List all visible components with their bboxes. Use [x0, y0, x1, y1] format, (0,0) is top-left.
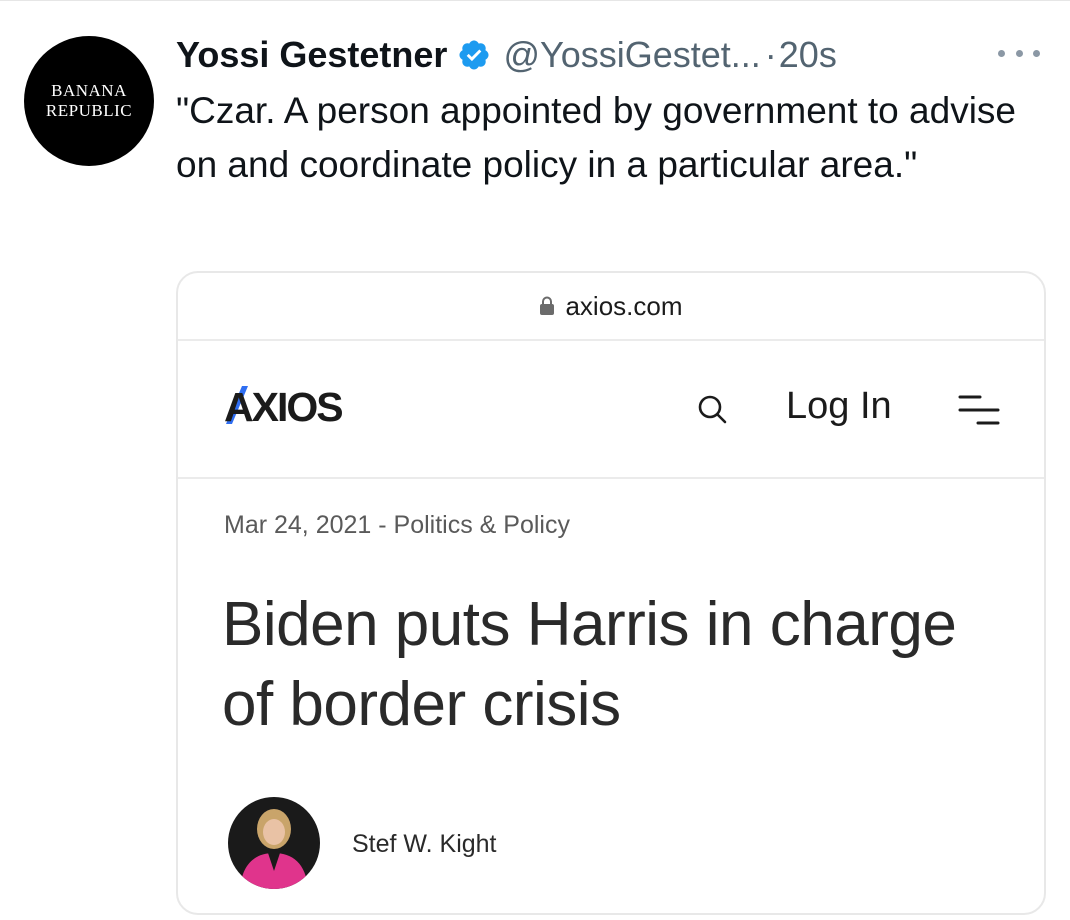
site-header: AXIOS Log In	[178, 341, 1044, 479]
author-photo	[228, 797, 320, 889]
lock-icon	[539, 296, 555, 316]
article-headline[interactable]: Biden puts Harris in charge of border cr…	[222, 585, 1022, 745]
url-bar: axios.com	[178, 273, 1044, 341]
more-dot-2	[1015, 49, 1023, 57]
more-options-icon[interactable]	[998, 46, 1040, 60]
article-author[interactable]: Stef W. Kight	[352, 830, 497, 859]
author-handle[interactable]: @YossiGestet...	[503, 34, 760, 76]
axios-logo-text: AXIOS	[224, 384, 342, 427]
tweet-header: Yossi Gestetner @YossiGestet... · 20s	[176, 28, 837, 82]
article-date: Mar 24, 2021	[224, 511, 372, 539]
author-name[interactable]: Yossi Gestetner	[176, 34, 447, 76]
axios-logo[interactable]: AXIOS	[224, 383, 374, 430]
top-divider	[0, 0, 1070, 1]
article-category[interactable]: Politics & Policy	[394, 511, 570, 539]
header-separator: ·	[764, 34, 777, 75]
link-preview-card[interactable]: axios.com AXIOS Log In Mar 24, 2021 - Po…	[176, 271, 1046, 915]
search-icon[interactable]	[696, 393, 730, 427]
url-domain: axios.com	[565, 290, 683, 321]
meta-separator: -	[371, 511, 394, 539]
menu-icon[interactable]	[958, 393, 1002, 427]
article-meta: Mar 24, 2021 - Politics & Policy	[224, 511, 570, 540]
tweet-text: "Czar. A person appointed by government …	[176, 90, 1016, 185]
more-dot-1	[998, 49, 1005, 57]
more-dot-3	[1033, 49, 1040, 57]
profile-avatar[interactable]: BANANA REPUBLIC	[24, 36, 154, 166]
verified-badge-icon	[457, 38, 491, 72]
login-link[interactable]: Log In	[786, 385, 892, 428]
tweet-timestamp[interactable]: 20s	[779, 34, 837, 76]
avatar-text-line2: REPUBLIC	[45, 101, 133, 120]
avatar-text-line1: BANANA	[51, 81, 127, 100]
